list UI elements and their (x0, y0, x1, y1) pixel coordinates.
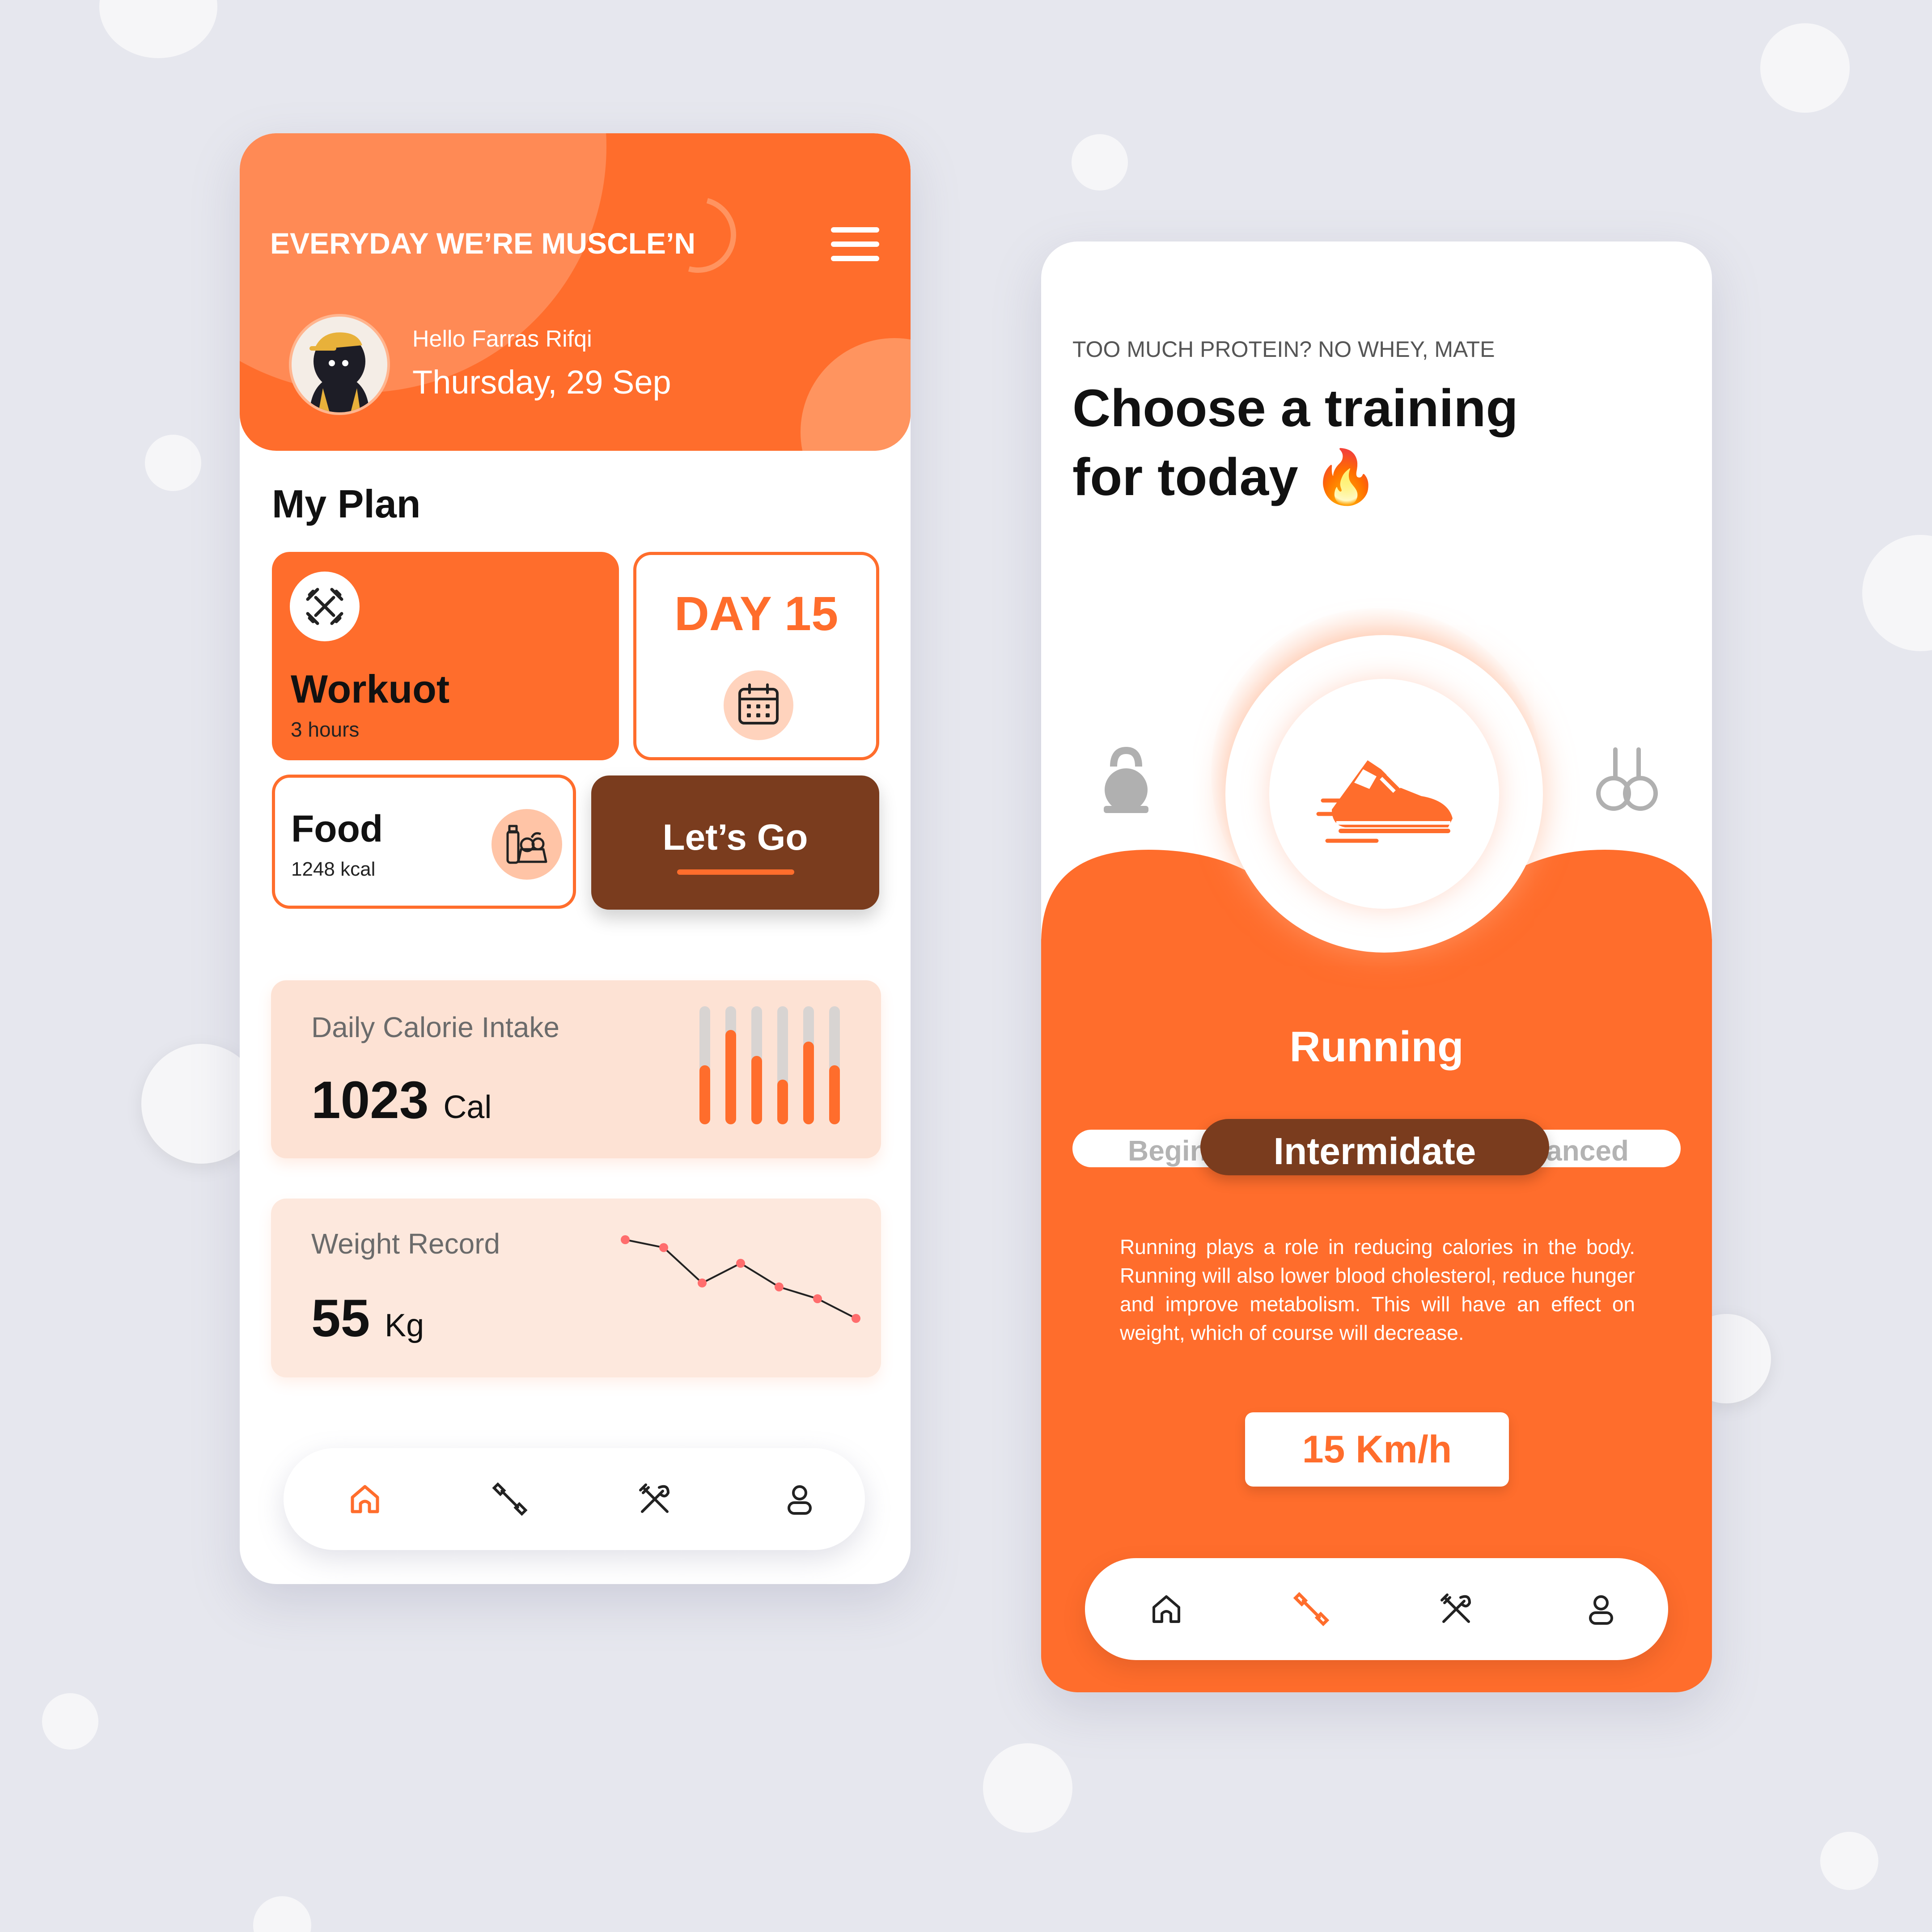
weight-label: Weight Record (311, 1228, 500, 1260)
food-calories: 1248 kcal (291, 858, 376, 880)
calorie-bar (751, 1056, 762, 1124)
weight-trend-line (625, 1239, 856, 1319)
brand-title: EVERYDAY WE’RE MUSCLE’N (270, 227, 696, 260)
speed-button[interactable]: 15 Km/h (1245, 1412, 1509, 1487)
weight-trend-point (621, 1235, 630, 1244)
weight-trend-point (775, 1282, 784, 1292)
bg-bubble (983, 1743, 1072, 1833)
calorie-bar (829, 1065, 840, 1124)
button-underline (677, 869, 794, 875)
weight-trend-point (698, 1278, 707, 1288)
calendar-icon (724, 670, 793, 740)
weight-trend-point (736, 1258, 745, 1268)
food-card[interactable]: Food 1248 kcal (272, 775, 576, 909)
bg-bubble (1820, 1832, 1878, 1890)
nav-dumbbell-icon[interactable] (1284, 1581, 1339, 1637)
bg-bubble (253, 1896, 311, 1932)
calorie-bar (699, 1065, 710, 1124)
level-intermediate-label: Intermidate (1273, 1130, 1476, 1172)
calorie-unit: Cal (443, 1089, 492, 1125)
level-advanced[interactable]: anced (1546, 1134, 1629, 1167)
food-title: Food (291, 808, 383, 850)
weight-trend-point (659, 1243, 668, 1252)
section-title: My Plan (272, 482, 421, 526)
avatar[interactable] (289, 314, 390, 415)
home-header: EVERYDAY WE’RE MUSCLE’N Hello Farras Rif… (240, 133, 911, 451)
training-screen: TOO MUCH PROTEIN? NO WHEY, MATE Choose a… (1041, 242, 1712, 1692)
weight-number: 55 (311, 1289, 370, 1348)
nav-utensils-icon[interactable] (1428, 1581, 1484, 1637)
calorie-value: 1023 Cal (311, 1070, 491, 1131)
groceries-icon (491, 809, 562, 880)
header-decoration (801, 338, 911, 451)
dumbbell-icon (290, 572, 360, 641)
nav-home-icon[interactable] (337, 1471, 393, 1527)
day-card[interactable]: DAY 15 (633, 552, 879, 760)
nav-utensils-icon[interactable] (627, 1471, 682, 1527)
eyebrow-text: TOO MUCH PROTEIN? NO WHEY, MATE (1072, 337, 1495, 362)
home-screen: EVERYDAY WE’RE MUSCLE’N Hello Farras Rif… (240, 133, 911, 1584)
nav-home-icon[interactable] (1139, 1581, 1194, 1637)
calorie-bar-chart (699, 1006, 840, 1124)
weight-unit: Kg (385, 1308, 424, 1343)
bg-bubble (1760, 23, 1850, 113)
calorie-card[interactable]: Daily Calorie Intake 1023 Cal (271, 980, 881, 1158)
fire-icon: 🔥 (1313, 448, 1379, 507)
gym-rings-icon[interactable] (1594, 747, 1661, 814)
calorie-label: Daily Calorie Intake (311, 1011, 559, 1043)
bg-bubble (99, 0, 217, 58)
page-title-line1: Choose a training (1072, 379, 1518, 438)
hamburger-menu-icon[interactable] (831, 226, 879, 262)
nav-dumbbell-icon[interactable] (482, 1471, 538, 1527)
page-title-line2: for today 🔥 (1072, 443, 1609, 512)
date-text: Thursday, 29 Sep (412, 364, 671, 401)
nav-user-icon[interactable] (772, 1471, 827, 1527)
page-title-line2-text: for today (1072, 448, 1298, 507)
speed-label: 15 Km/h (1302, 1428, 1452, 1471)
workout-card[interactable]: Workuot 3 hours (272, 552, 619, 760)
weight-trend-chart (621, 1235, 860, 1323)
workout-duration: 3 hours (291, 718, 360, 741)
weight-trend-point (813, 1294, 822, 1303)
level-beginner[interactable]: Begin (1128, 1134, 1208, 1167)
training-description: Running plays a role in reducing calorie… (1120, 1235, 1635, 1344)
running-shoe-icon (1316, 760, 1453, 843)
weight-card[interactable]: Weight Record 55 Kg (271, 1199, 881, 1377)
selected-training-name: Running (1289, 1023, 1464, 1071)
bg-bubble (1072, 134, 1128, 191)
nav-user-icon[interactable] (1573, 1581, 1629, 1637)
day-counter: DAY 15 (674, 586, 839, 640)
kettlebell-icon[interactable] (1099, 747, 1153, 814)
calorie-bar (725, 1030, 736, 1124)
level-intermediate-selected[interactable]: Intermidate (1200, 1119, 1549, 1175)
bg-bubble (1862, 535, 1932, 651)
bottom-navigation (284, 1448, 865, 1550)
weight-trend-point (852, 1314, 860, 1323)
greeting-text: Hello Farras Rifqi (412, 326, 592, 352)
lets-go-label: Let’s Go (662, 817, 808, 858)
bg-bubble (42, 1693, 98, 1750)
page-title: Choose a training for today 🔥 (1072, 374, 1609, 512)
lets-go-button[interactable]: Let’s Go (591, 775, 879, 910)
weight-value: 55 Kg (311, 1288, 424, 1349)
bottom-navigation (1085, 1558, 1668, 1660)
workout-title: Workuot (291, 667, 450, 711)
bg-bubble (145, 435, 201, 491)
calorie-bar (777, 1080, 788, 1124)
calorie-bar (803, 1042, 814, 1124)
calorie-number: 1023 (311, 1071, 429, 1130)
